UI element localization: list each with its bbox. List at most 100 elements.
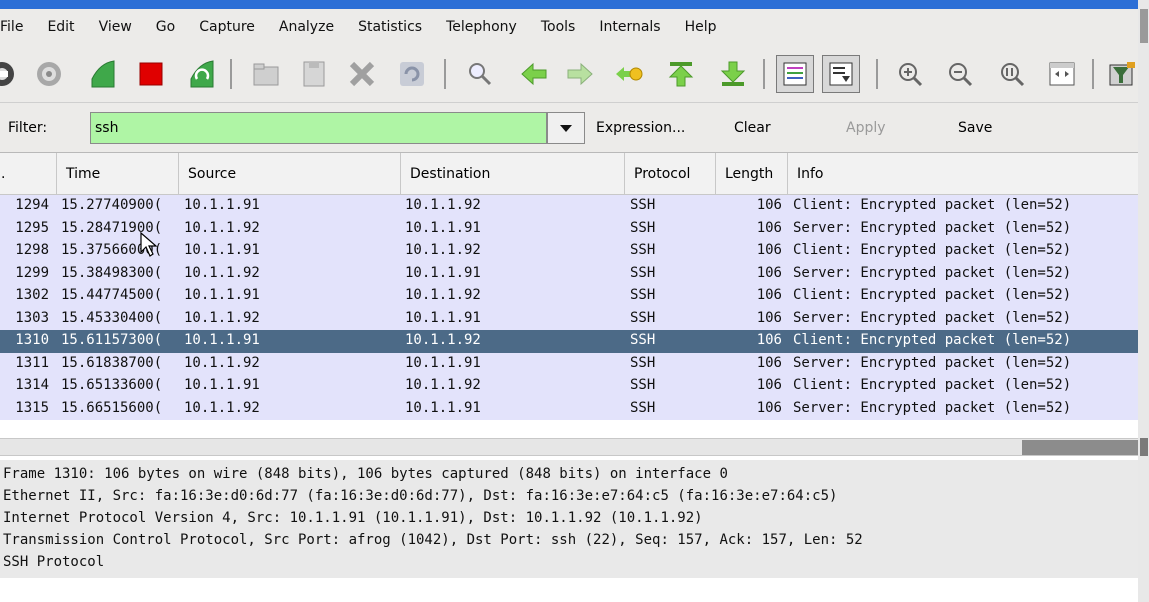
cell-length: 106 (756, 399, 782, 416)
start-capture-icon[interactable] (87, 58, 119, 90)
table-row[interactable]: 1295 15.28471900(10.1.1.92 10.1.1.91 SSH 106… (0, 218, 1138, 241)
cell-destination: 10.1.1.92 (405, 242, 481, 258)
menu-internals[interactable]: Internals (587, 19, 672, 35)
packet-details-pane: Frame 1310: 106 bytes on wire (848 bits)… (0, 460, 1138, 578)
column-source[interactable]: Source (179, 153, 401, 195)
go-to-packet-icon[interactable] (613, 58, 645, 90)
menu-capture[interactable]: Capture (187, 19, 267, 35)
filter-dropdown-button[interactable] (547, 112, 585, 144)
cell-source: 10.1.1.92 (184, 264, 260, 281)
save-file-icon[interactable] (298, 58, 330, 90)
cell-length: 106 (756, 264, 782, 281)
menu-statistics[interactable]: Statistics (346, 19, 434, 35)
cell-time: 15.37566000( (61, 242, 163, 258)
table-row[interactable]: 1311 15.61838700(10.1.1.92 10.1.1.91 SSH 106… (0, 353, 1138, 376)
cell-no: 1311 (15, 354, 49, 371)
normal-size-icon[interactable] (996, 58, 1028, 90)
table-row[interactable]: 1315 15.66515600(10.1.1.92 10.1.1.91 SSH 106… (0, 398, 1138, 421)
right-edge-strip (1138, 0, 1149, 602)
cell-no: 1302 (15, 287, 49, 303)
detail-ssh[interactable]: SSH Protocol (3, 554, 104, 570)
column-length[interactable]: Length (716, 153, 788, 195)
table-row[interactable]: 1302 15.44774500(10.1.1.91 10.1.1.92 SSH 106… (0, 285, 1138, 308)
menu-edit[interactable]: Edit (35, 19, 86, 35)
cell-source: 10.1.1.91 (184, 377, 260, 393)
table-row[interactable]: 1294 15.27740900(10.1.1.91 10.1.1.92 SSH 106… (0, 195, 1138, 218)
column-no[interactable]: . (0, 153, 57, 195)
menu-tools[interactable]: Tools (529, 19, 588, 35)
table-row[interactable]: 1299 15.38498300(10.1.1.92 10.1.1.91 SSH 106… (0, 263, 1138, 286)
display-filter-bar: Filter: ssh Expression... Clear Apply Sa… (0, 103, 1138, 153)
expression-button[interactable]: Expression... (596, 120, 685, 136)
table-row[interactable]: 1298 15.37566000(10.1.1.91 10.1.1.92 SSH 106… (0, 240, 1138, 263)
menu-telephony[interactable]: Telephony (434, 19, 529, 35)
packet-list: 1294 15.27740900(10.1.1.91 10.1.1.92 SSH 106… (0, 195, 1138, 420)
menu-file[interactable]: File (0, 19, 35, 35)
cell-destination: 10.1.1.92 (405, 377, 481, 393)
cell-time: 15.27740900( (61, 197, 163, 213)
zoom-in-icon[interactable] (894, 58, 926, 90)
cell-no: 1314 (15, 377, 49, 393)
cell-destination: 10.1.1.91 (405, 219, 481, 236)
detail-tcp[interactable]: Transmission Control Protocol, Src Port:… (3, 532, 863, 548)
menu-go[interactable]: Go (144, 19, 187, 35)
cell-source: 10.1.1.92 (184, 399, 260, 416)
menu-analyze[interactable]: Analyze (267, 19, 346, 35)
scrollbar-thumb[interactable] (1022, 440, 1138, 455)
detail-ethernet[interactable]: Ethernet II, Src: fa:16:3e:d0:6d:77 (fa:… (3, 488, 837, 504)
cell-no: 1310 (15, 332, 49, 348)
cell-destination: 10.1.1.92 (405, 332, 481, 348)
column-time[interactable]: Time (57, 153, 179, 195)
horizontal-scrollbar[interactable] (0, 438, 1138, 456)
column-destination[interactable]: Destination (401, 153, 625, 195)
cell-time: 15.61838700( (61, 354, 163, 371)
cell-destination: 10.1.1.92 (405, 197, 481, 213)
clear-button[interactable]: Clear (734, 120, 771, 136)
column-protocol[interactable]: Protocol (625, 153, 716, 195)
apply-button[interactable]: Apply (846, 120, 886, 136)
detail-frame[interactable]: Frame 1310: 106 bytes on wire (848 bits)… (3, 466, 728, 482)
cell-info: Client: Encrypted packet (len=52) (793, 377, 1072, 393)
window-titlebar (0, 0, 1149, 9)
reload-icon[interactable] (396, 58, 428, 90)
go-forward-icon[interactable] (564, 58, 596, 90)
cell-time: 15.38498300( (61, 264, 163, 281)
last-packet-icon[interactable] (717, 58, 749, 90)
detail-ip[interactable]: Internet Protocol Version 4, Src: 10.1.1… (3, 510, 703, 526)
save-filter-button[interactable]: Save (958, 120, 992, 136)
open-file-icon[interactable] (250, 58, 282, 90)
menu-view[interactable]: View (87, 19, 144, 35)
column-info[interactable]: Info (788, 153, 1138, 195)
find-icon[interactable] (464, 58, 496, 90)
capture-filters-icon[interactable] (1106, 58, 1138, 90)
cell-no: 1298 (15, 242, 49, 258)
options-icon[interactable] (33, 58, 65, 90)
resize-columns-icon[interactable] (1046, 58, 1078, 90)
cell-destination: 10.1.1.92 (405, 287, 481, 303)
autoscroll-icon[interactable] (822, 55, 860, 93)
chevron-down-icon (560, 125, 572, 132)
cell-source: 10.1.1.91 (184, 242, 260, 258)
interfaces-icon[interactable] (0, 58, 18, 90)
cell-time: 15.45330400( (61, 309, 163, 326)
cell-destination: 10.1.1.91 (405, 264, 481, 281)
zoom-out-icon[interactable] (944, 58, 976, 90)
table-row[interactable]: 1303 15.45330400(10.1.1.92 10.1.1.91 SSH 106… (0, 308, 1138, 331)
cell-info: Server: Encrypted packet (len=52) (793, 264, 1072, 281)
cell-time: 15.28471900( (61, 219, 163, 236)
table-row[interactable]: 1314 15.65133600(10.1.1.91 10.1.1.92 SSH 106… (0, 375, 1138, 398)
cell-source: 10.1.1.92 (184, 309, 260, 326)
colorize-icon[interactable] (776, 55, 814, 93)
filter-input[interactable]: ssh (90, 112, 547, 144)
cell-no: 1303 (15, 309, 49, 326)
restart-capture-icon[interactable] (186, 58, 218, 90)
menu-bar: File Edit View Go Capture Analyze Statis… (0, 9, 1140, 45)
close-file-icon[interactable] (346, 58, 378, 90)
stop-capture-icon[interactable] (135, 58, 167, 90)
cell-source: 10.1.1.92 (184, 219, 260, 236)
table-row[interactable]: 1310 15.61157300(10.1.1.91 10.1.1.92 SSH 106… (0, 330, 1138, 353)
main-toolbar (0, 45, 1138, 103)
go-back-icon[interactable] (518, 58, 550, 90)
menu-help[interactable]: Help (673, 19, 729, 35)
first-packet-icon[interactable] (665, 58, 697, 90)
